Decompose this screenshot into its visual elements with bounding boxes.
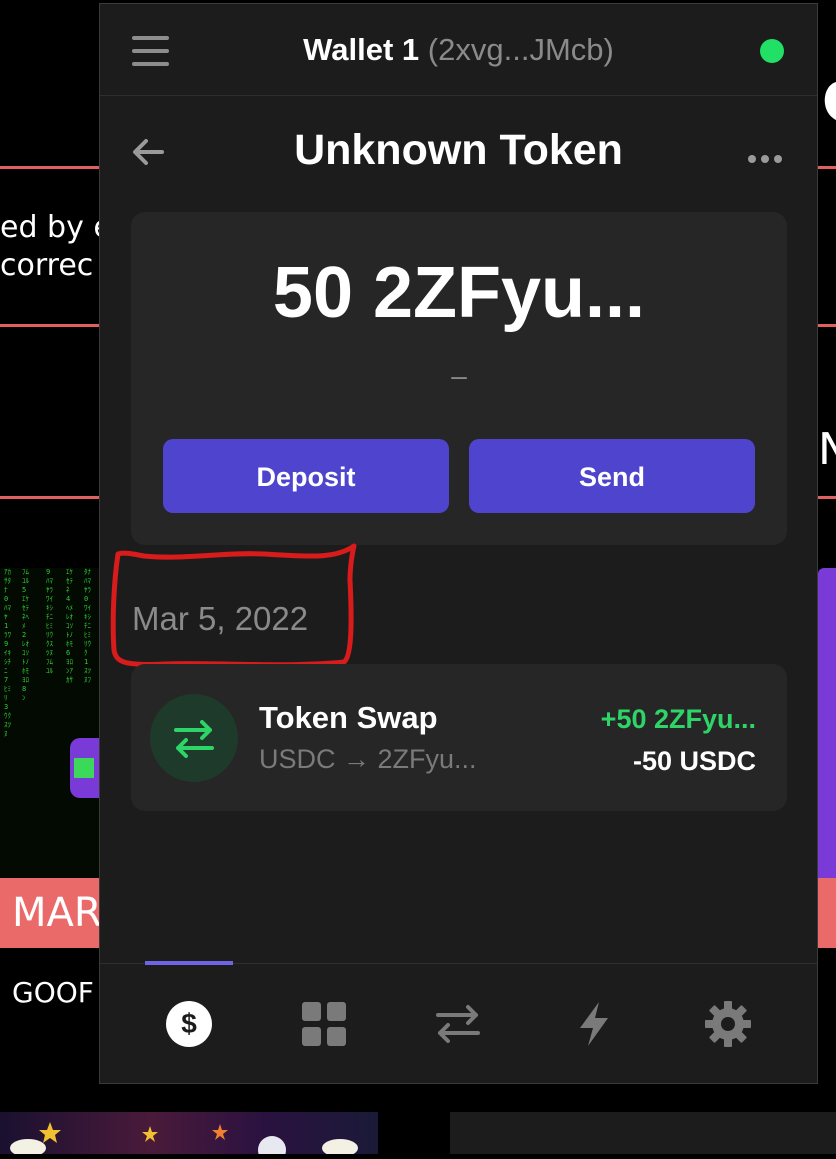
transaction-amount-in: +50 2ZFyu... xyxy=(600,704,756,734)
wallet-name: Wallet 1 xyxy=(303,32,420,67)
activity-date: Mar 5, 2022 xyxy=(132,600,309,637)
lightning-icon xyxy=(580,1002,608,1046)
swap-icon xyxy=(150,694,238,782)
nft-collection-name: GOOF xyxy=(12,976,94,1009)
svg-text:$: $ xyxy=(181,1008,197,1039)
deposit-button[interactable]: Deposit xyxy=(163,439,449,513)
more-options-icon[interactable] xyxy=(748,150,788,163)
fiat-value: – xyxy=(451,360,467,391)
tab-settings[interactable] xyxy=(704,1000,752,1048)
tab-collectibles[interactable] xyxy=(300,1000,348,1048)
divider-line xyxy=(0,166,100,169)
swap-icon xyxy=(436,1005,480,1043)
wallet-header: Wallet 1 (2xvg...JMcb) xyxy=(100,4,817,96)
page-title: Unknown Token xyxy=(294,126,623,174)
background-text-line: ed by e xyxy=(0,210,112,245)
divider-line xyxy=(818,496,836,499)
background-letter: N xyxy=(818,424,836,475)
wallet-address: (2xvg...JMcb) xyxy=(427,32,614,67)
transaction-title: Token Swap xyxy=(259,700,438,735)
transaction-row[interactable]: Token Swap USDC → 2ZFyu... +50 2ZFyu... … xyxy=(131,664,787,811)
tab-swap[interactable] xyxy=(434,1000,482,1048)
connection-status-dot xyxy=(760,39,784,63)
bottom-tab-bar: $ xyxy=(100,961,817,1083)
background-card-edge xyxy=(818,878,836,948)
active-tab-indicator xyxy=(145,961,233,965)
send-button[interactable]: Send xyxy=(469,439,755,513)
background-text-line: correc xyxy=(0,248,94,283)
tab-balances[interactable]: $ xyxy=(165,1000,213,1048)
divider-line xyxy=(818,166,836,169)
nft-thumbnail[interactable] xyxy=(0,1112,378,1159)
transaction-amount-out: -50 USDC xyxy=(632,746,756,776)
nft-collection-banner[interactable]: MAR xyxy=(0,878,100,948)
divider-line xyxy=(0,496,100,499)
tab-activity[interactable] xyxy=(570,1000,618,1048)
gear-icon xyxy=(705,1001,751,1047)
balance-card: 50 2ZFyu... – Deposit Send xyxy=(131,212,787,545)
background-card-edge xyxy=(818,568,836,878)
background-card xyxy=(450,1112,836,1154)
token-balance: 50 2ZFyu... xyxy=(272,253,646,333)
wallet-selector[interactable]: Wallet 1 (2xvg...JMcb) xyxy=(100,32,817,68)
nft-thumbnail[interactable]: ｱｶｻﾀﾅ0ﾊﾏﾔ1ﾗﾜ9ｲｷｼﾁﾆ7ﾋﾐﾘ3ｳｸｽﾂﾇ ﾌﾑﾕﾙ5ｴｹｾﾃﾈﾍ… xyxy=(0,568,100,878)
dollar-icon: $ xyxy=(166,1001,212,1047)
divider-line xyxy=(0,324,100,327)
transaction-subtitle: USDC → 2ZFyu... xyxy=(259,744,477,774)
background-shape xyxy=(818,82,836,122)
grid-icon xyxy=(302,1002,346,1046)
divider-line xyxy=(818,324,836,327)
wallet-popup: Wallet 1 (2xvg...JMcb) Unknown Token 50 … xyxy=(99,3,818,1084)
